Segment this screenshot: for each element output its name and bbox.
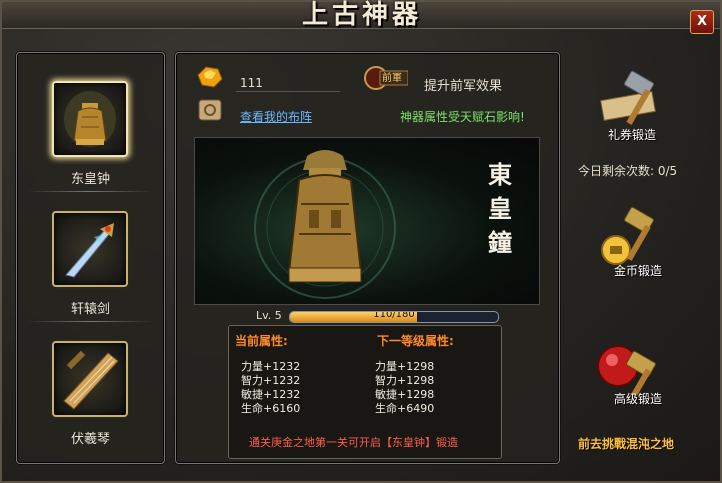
artifact-label-2: 轩辕剑	[70, 302, 110, 317]
divider	[236, 91, 340, 92]
artifact-label-3: 伏羲琴	[70, 432, 110, 447]
voucher-forge-label[interactable]: 礼券锻造	[572, 126, 692, 143]
unlock-hint: 通关庚金之地第一关可开启【东皇钟】锻造	[249, 436, 458, 449]
window-title: 上古神器	[302, 0, 423, 30]
advanced-forge-label[interactable]: 高级锻造	[578, 390, 698, 407]
zither-icon	[63, 350, 119, 410]
voucher-forge-button[interactable]	[592, 70, 676, 134]
artifact-window: 上古神器 X 东皇钟 轩辕剑 伏羲琴 111 前軍 提升前军效果 查看我的布阵 …	[0, 0, 722, 483]
formation-scroll-icon	[198, 99, 222, 121]
artifact-label-1: 东皇钟	[70, 172, 110, 187]
talent-stone-note: 神器属性受天赋石影响!	[400, 110, 525, 124]
stone-icon	[197, 66, 223, 88]
close-button[interactable]: X	[690, 10, 714, 34]
calligraphy-char: 鐘	[488, 228, 512, 257]
bell-icon	[64, 91, 116, 147]
front-army-badge: 前軍	[362, 63, 409, 93]
level-label: Lv. 5	[256, 309, 282, 322]
artifact-slot-xuanyuan-sword[interactable]	[52, 211, 128, 287]
sword-icon	[65, 223, 114, 278]
remaining-attempts: 今日剩余次数: 0/5	[578, 164, 678, 178]
next-stat: 生命+6490	[375, 402, 435, 415]
upgrade-effect-label: 提升前军效果	[424, 79, 503, 94]
exp-text: 110/180	[373, 311, 415, 320]
artifact-detail-panel: 111 前軍 提升前军效果 查看我的布阵 神器属性受天赋石影响! 東 皇 鐘 L…	[175, 52, 560, 464]
stats-box: 当前属性: 下一等级属性: 力量+1232 智力+1232 敏捷+1232 生命…	[228, 325, 502, 459]
chaos-land-link[interactable]: 前去挑戰混沌之地	[578, 435, 674, 452]
calligraphy-char: 東	[488, 160, 512, 189]
artifact-list-panel: 东皇钟 轩辕剑 伏羲琴	[16, 52, 165, 464]
view-formation-link[interactable]: 查看我的布阵	[240, 108, 312, 125]
calligraphy-char: 皇	[488, 194, 512, 223]
artifact-slot-donghuang-bell[interactable]	[52, 81, 128, 157]
voucher-hammer-icon	[600, 70, 656, 125]
gold-forge-label[interactable]: 金币锻造	[578, 262, 698, 279]
next-stats-header: 下一等级属性:	[377, 334, 454, 348]
gold-forge-button[interactable]	[592, 206, 676, 270]
gold-coin-hammer-icon	[601, 206, 655, 265]
current-stat: 生命+6160	[241, 402, 301, 415]
exp-bar: 110/180	[289, 311, 499, 323]
stone-count: 111	[240, 76, 263, 90]
divider	[27, 191, 153, 192]
divider	[27, 321, 153, 322]
artifact-slot-fuxi-qin[interactable]	[52, 341, 128, 417]
current-stats-header: 当前属性:	[235, 334, 288, 348]
artifact-display: 東 皇 鐘	[194, 137, 540, 305]
calligraphy-title: 東 皇 鐘	[485, 158, 515, 260]
